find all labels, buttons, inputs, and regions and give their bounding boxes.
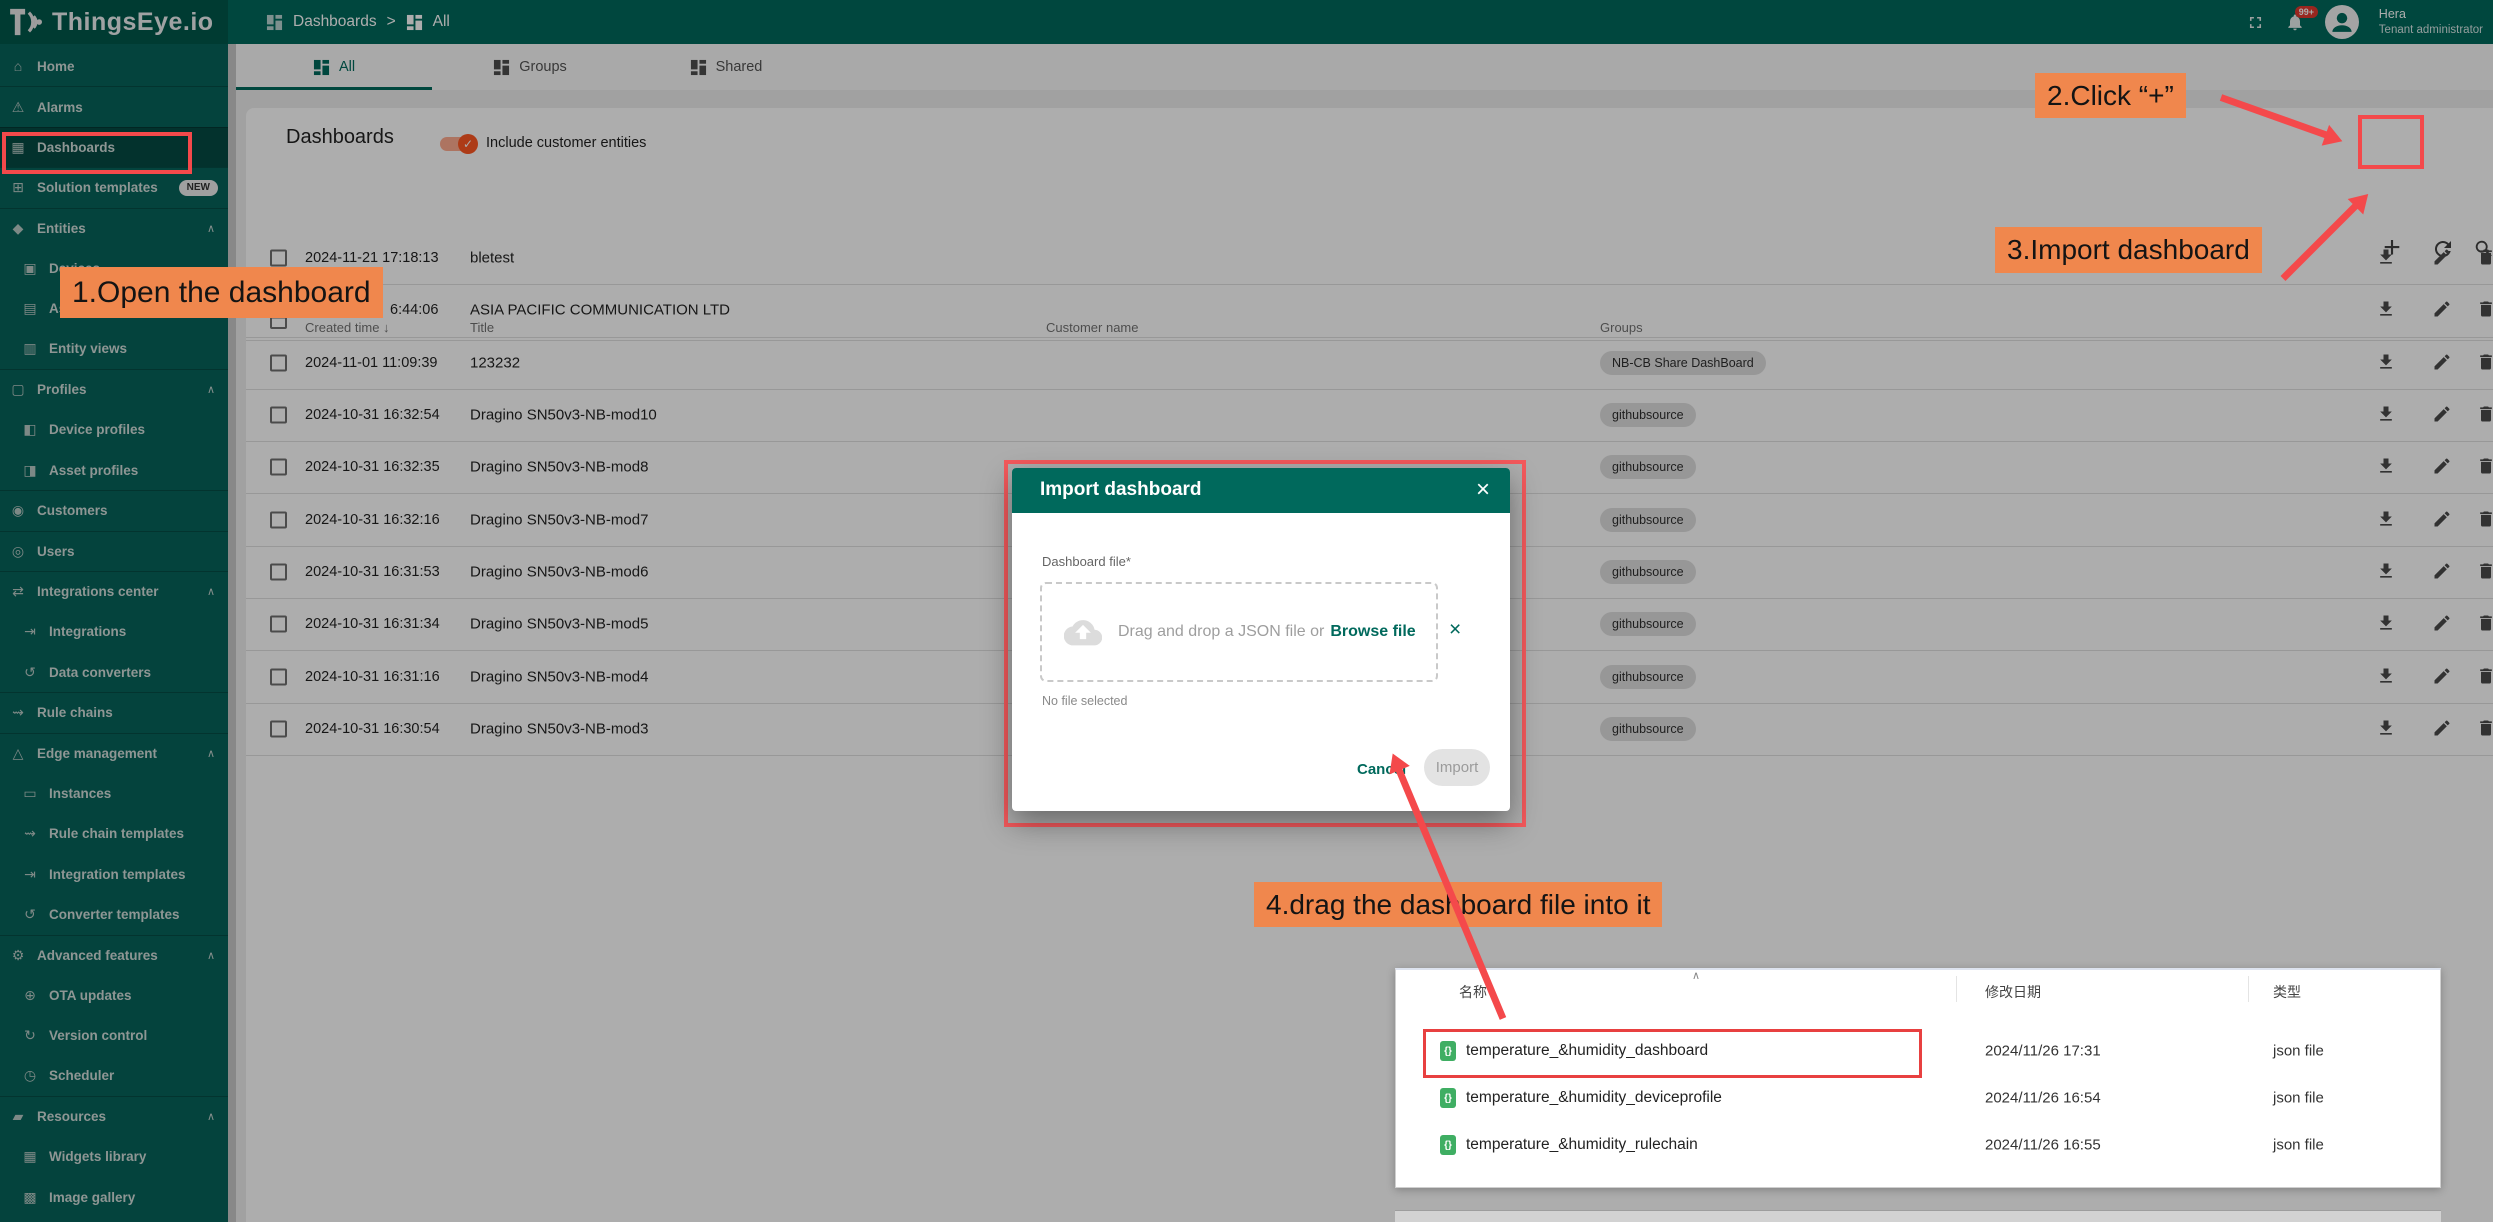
file-type: json file <box>2273 1090 2324 1107</box>
file-date: 2024/11/26 16:54 <box>1985 1090 2101 1107</box>
file-type: json file <box>2273 1043 2324 1060</box>
file-name: temperature_&humidity_deviceprofile <box>1466 1089 1722 1107</box>
json-file-icon: {} <box>1440 1135 1456 1155</box>
sort-caret-icon: ∧ <box>1692 969 1700 982</box>
annotation-step2: 2.Click “+” <box>2035 73 2186 118</box>
explorer-bottom-edge <box>1395 1210 2441 1222</box>
file-date: 2024/11/26 17:31 <box>1985 1043 2101 1060</box>
annotation-step1: 1.Open the dashboard <box>60 267 383 318</box>
modal-header: Import dashboard × <box>1012 468 1510 513</box>
screen: ThingsEye.io Dashboards > All 99+ <box>0 0 2493 1222</box>
file-row[interactable]: {} temperature_&humidity_rulechain 2024/11… <box>1396 1122 2440 1168</box>
browse-file-link[interactable]: Browse file <box>1330 623 1415 641</box>
file-name: temperature_&humidity_rulechain <box>1466 1136 1698 1154</box>
file-dropzone[interactable]: Drag and drop a JSON file or Browse file <box>1040 582 1438 682</box>
clear-file-icon[interactable]: × <box>1449 618 1461 642</box>
column-divider <box>1956 976 1957 1002</box>
cloud-upload-icon <box>1064 617 1102 647</box>
dropzone-text: Drag and drop a JSON file or <box>1118 623 1324 641</box>
dashboard-file-label: Dashboard file* <box>1042 554 1131 569</box>
file-date: 2024/11/26 16:55 <box>1985 1137 2101 1154</box>
annotation-step3: 3.Import dashboard <box>1995 227 2262 273</box>
file-explorer-window: 名称 修改日期 类型 ∧ {}temperature_&humidity_das… <box>1395 968 2441 1188</box>
json-file-icon: {} <box>1440 1088 1456 1108</box>
explorer-col-name[interactable]: 名称 <box>1459 982 1487 1002</box>
import-dashboard-modal: Import dashboard × Dashboard file* Drag … <box>1012 468 1510 811</box>
file-type: json file <box>2273 1137 2324 1154</box>
modal-title: Import dashboard <box>1040 479 1202 501</box>
explorer-col-type[interactable]: 类型 <box>2273 982 2301 1002</box>
close-icon[interactable]: × <box>1476 476 1490 504</box>
file-highlight-rect <box>1423 1029 1922 1078</box>
file-row[interactable]: {} temperature_&humidity_deviceprofile 202… <box>1396 1075 2440 1121</box>
import-button[interactable]: Import <box>1424 749 1490 786</box>
explorer-col-date[interactable]: 修改日期 <box>1985 982 2041 1002</box>
no-file-text: No file selected <box>1042 694 1127 708</box>
dashboards-highlight-rect <box>2 132 192 174</box>
column-divider <box>2248 976 2249 1002</box>
plus-highlight-rect <box>2358 115 2424 169</box>
